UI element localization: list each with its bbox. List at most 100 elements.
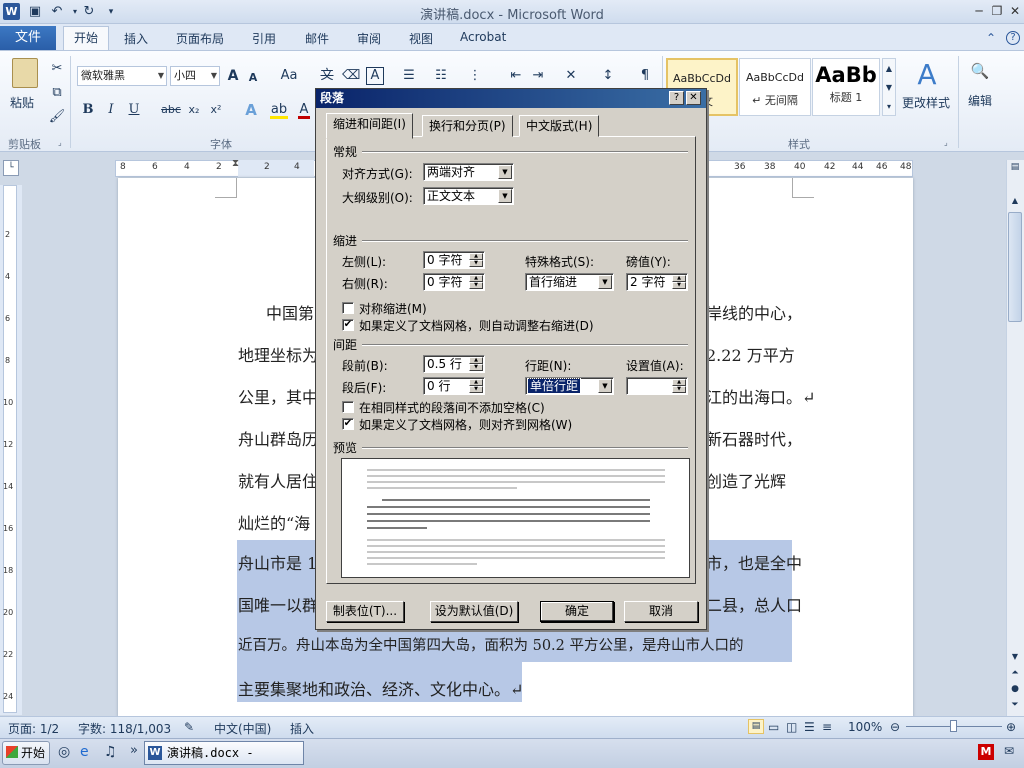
auto-adjust-label[interactable]: 如果定义了文档网格，则自动调整右缩进(D) [359,317,594,334]
phonetic-guide-icon[interactable]: 文 [318,67,336,85]
dialog-close-button[interactable]: ✕ [686,91,701,105]
ie-icon[interactable]: e [80,744,89,760]
zoom-out-icon[interactable]: ⊖ [890,720,900,734]
indent-marker-icon[interactable]: ⧗ [232,158,239,169]
superscript-button[interactable]: x² [208,101,224,119]
spin-up-icon[interactable]: ▲ [469,379,483,386]
tab-mailings[interactable]: 邮件 [305,30,329,47]
indent-right-spinner[interactable]: 0 字符 ▲ ▼ [423,273,485,291]
decrease-indent-icon[interactable]: ⇤ [507,67,525,85]
minimize-ribbon-icon[interactable]: ⌃ [986,31,996,45]
close-button[interactable]: ✕ [1004,3,1024,19]
insert-mode[interactable]: 插入 [290,720,314,737]
space-after-spinner[interactable]: 0 行 ▲ ▼ [423,377,485,395]
change-styles-icon[interactable]: A [908,58,946,92]
browse-object-icon[interactable]: ● [1008,684,1022,694]
strikethrough-button[interactable]: abc [158,101,184,119]
multilevel-list-icon[interactable]: ⋮ [466,67,484,85]
paste-clipboard-icon[interactable] [12,58,38,88]
subscript-button[interactable]: x₂ [186,101,202,119]
tab-file[interactable]: 文件 [0,26,56,50]
alignment-select[interactable]: 两端对齐 ▼ [423,163,514,181]
tab-review[interactable]: 审阅 [357,30,381,47]
tab-references[interactable]: 引用 [252,30,276,47]
clipboard-launcher-icon[interactable]: ⌟ [58,138,62,147]
spin-down-icon[interactable]: ▼ [672,282,686,289]
line-spacing-at-spinner[interactable]: ▲ ▼ [626,377,688,395]
spin-up-icon[interactable]: ▲ [672,275,686,282]
zoom-in-icon[interactable]: ⊕ [1006,720,1016,734]
proofing-icon[interactable]: ✎ [184,720,194,734]
scroll-up-icon[interactable]: ▲ [1008,196,1022,210]
dialog-help-button[interactable]: ? [669,91,684,105]
auto-adjust-checkbox[interactable]: ✔ [342,319,354,331]
mirror-indents-label[interactable]: 对称缩进(M) [359,300,427,317]
spin-buttons[interactable]: ▲ ▼ [672,379,686,393]
full-reading-icon[interactable]: ▭ [768,720,779,734]
clear-format-icon[interactable]: ⌫ [342,67,360,85]
style-heading-1[interactable]: AaBb 标题 1 [812,58,880,116]
font-size-combo[interactable]: 小四 ▼ [170,66,220,86]
styles-launcher-icon[interactable]: ⌟ [944,138,948,147]
scroll-down-icon[interactable]: ▼ [1008,652,1022,661]
style-no-spacing[interactable]: AaBbCcDd ↵ 无间隔 [739,58,811,116]
spin-down-icon[interactable]: ▼ [672,386,686,393]
shrink-font-icon[interactable]: A [246,69,260,87]
tab-home[interactable]: 开始 [63,26,109,51]
tab-line-page-breaks[interactable]: 换行和分页(P) [422,115,513,137]
font-color-icon[interactable]: A [298,101,310,119]
spin-down-icon[interactable]: ▼ [469,260,483,267]
paste-button[interactable]: 粘贴 [10,94,34,111]
highlight-icon[interactable]: ab [270,101,288,119]
draft-view-icon[interactable]: ≡ [822,720,832,734]
cancel-button[interactable]: 取消 [624,601,698,622]
spin-up-icon[interactable]: ▲ [469,357,483,364]
editing-button[interactable]: 编辑 [968,92,992,109]
zoom-level[interactable]: 100% [848,720,882,734]
spin-down-icon[interactable]: ▼ [469,386,483,393]
ok-button[interactable]: 确定 [540,601,614,622]
tabs-button[interactable]: 制表位(T)... [326,601,404,622]
spin-up-icon[interactable]: ▲ [672,379,686,386]
print-layout-icon[interactable]: ▤ [748,719,764,734]
char-border-icon[interactable]: A [366,67,384,85]
quicklaunch-icon[interactable]: ◎ [58,744,70,760]
vertical-ruler[interactable] [3,185,17,713]
outline-level-select[interactable]: 正文文本 ▼ [423,187,514,205]
spin-buttons[interactable]: ▲ ▼ [469,357,483,371]
copy-icon[interactable]: ⧉ [48,84,66,102]
tray-app-icon[interactable]: M [978,744,994,760]
tray-icon[interactable]: ✉ [1004,744,1014,758]
tab-indents-spacing[interactable]: 缩进和间距(I) [326,113,413,139]
next-page-icon[interactable]: ⏷ [1008,700,1022,710]
spin-up-icon[interactable]: ▲ [469,275,483,282]
bold-button[interactable]: B [80,101,96,119]
indent-left-spinner[interactable]: 0 字符 ▲ ▼ [423,251,485,269]
chinese-layout-icon[interactable]: ✕ [562,67,580,85]
bullets-icon[interactable]: ☰ [400,67,418,85]
change-styles-button[interactable]: 更改样式 [902,94,950,111]
text-effects-icon[interactable]: A [242,101,260,119]
styles-scroll[interactable]: ▲ ▼ ▾ [882,58,896,116]
scrollbar-thumb[interactable] [1008,212,1022,322]
taskbar-word-item[interactable]: 演讲稿.docx - Micro... [144,741,304,765]
increase-indent-icon[interactable]: ⇥ [529,67,547,85]
spin-buttons[interactable]: ▲ ▼ [469,275,483,289]
change-case-icon[interactable]: Aa [277,67,301,85]
sort-icon[interactable]: ↕ [599,67,617,85]
tab-selector-icon[interactable]: └ [3,160,19,176]
prev-page-icon[interactable]: ⏶ [1008,668,1022,678]
tab-page-layout[interactable]: 页面布局 [176,30,224,47]
show-marks-icon[interactable]: ¶ [636,67,654,85]
view-ruler-icon[interactable]: ▤ [1008,162,1022,176]
mirror-indents-checkbox[interactable] [342,302,354,314]
cut-icon[interactable]: ✂ [48,60,66,78]
spin-buttons[interactable]: ▲ ▼ [469,253,483,267]
zoom-slider-thumb[interactable] [950,720,957,732]
outline-view-icon[interactable]: ☰ [804,720,815,734]
help-icon[interactable]: ? [1006,31,1020,45]
spin-down-icon[interactable]: ▼ [469,282,483,289]
font-name-combo[interactable]: 微软雅黑 ▼ [77,66,167,86]
find-binoculars-icon[interactable]: 🔍 [970,62,990,80]
grow-font-icon[interactable]: A [225,67,241,85]
